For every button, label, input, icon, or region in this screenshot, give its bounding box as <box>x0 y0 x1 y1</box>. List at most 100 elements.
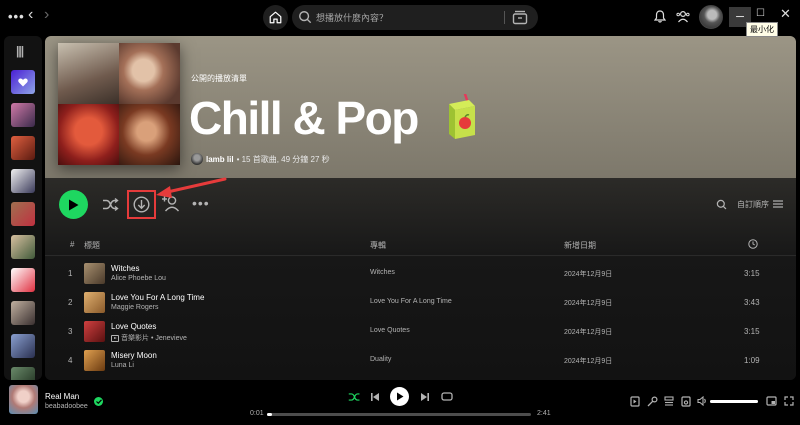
cover-tile <box>58 104 119 165</box>
now-playing-title[interactable]: Real Man <box>45 392 79 401</box>
download-icon <box>133 196 150 213</box>
track-duration: 3:15 <box>744 269 760 278</box>
download-button[interactable] <box>127 190 156 219</box>
track-artwork <box>84 263 105 284</box>
sidebar-playlist-item[interactable] <box>11 268 35 292</box>
home-button[interactable] <box>263 5 288 30</box>
track-row[interactable]: 4 Misery Moon Luna Li Duality 2024年12月9日… <box>45 346 796 375</box>
app-menu-icon[interactable]: ••• <box>8 9 25 24</box>
sidebar-playlist-item[interactable] <box>11 367 35 380</box>
cover-tile <box>58 43 119 104</box>
track-row[interactable]: 3 Love Quotes 音樂影片 • Jenevieve Love Quot… <box>45 317 796 346</box>
now-playing-artist[interactable]: beabadoobee <box>45 403 88 410</box>
annotation-arrow <box>156 177 227 198</box>
column-title[interactable]: 標題 <box>84 240 100 251</box>
track-artwork <box>84 350 105 371</box>
lyrics-mic-icon[interactable] <box>647 396 658 407</box>
track-number: 4 <box>68 356 73 365</box>
repeat-icon[interactable] <box>441 391 453 402</box>
track-title[interactable]: Misery Moon <box>111 351 157 360</box>
close-window-button[interactable]: ✕ <box>780 6 791 22</box>
shuffle-active-icon[interactable] <box>348 391 361 403</box>
track-title[interactable]: Love Quotes <box>111 322 156 331</box>
saved-check-icon[interactable] <box>94 397 103 406</box>
shuffle-icon[interactable] <box>102 197 119 212</box>
previous-track-icon[interactable] <box>370 392 380 402</box>
sidebar-playlist-item[interactable] <box>11 334 35 358</box>
column-album[interactable]: 專輯 <box>370 240 386 251</box>
sidebar-playlist-item[interactable] <box>11 202 35 226</box>
track-album[interactable]: Love You For A Long Time <box>370 298 452 305</box>
playlist-cover <box>58 43 180 165</box>
sidebar-playlist-item[interactable] <box>11 235 35 259</box>
next-track-icon[interactable] <box>420 392 430 402</box>
column-number: # <box>70 240 75 249</box>
play-icon <box>396 392 403 401</box>
current-time: 0:01 <box>250 410 264 417</box>
now-playing-view-icon[interactable] <box>630 396 640 407</box>
fullscreen-icon[interactable] <box>784 396 794 406</box>
track-artist[interactable]: 音樂影片 • Jenevieve <box>111 333 187 343</box>
now-playing-artwork[interactable] <box>9 385 38 414</box>
sidebar-playlist-item[interactable] <box>11 136 35 160</box>
queue-icon[interactable] <box>664 396 674 406</box>
search-input[interactable] <box>316 5 496 30</box>
track-artwork <box>84 292 105 313</box>
track-album[interactable]: Witches <box>370 269 395 276</box>
progress-bar[interactable] <box>267 413 531 416</box>
maximize-button[interactable]: ☐ <box>756 8 765 19</box>
track-date-added: 2024年12月9日 <box>564 271 613 278</box>
play-icon <box>69 199 79 210</box>
sidebar-playlist-item[interactable] <box>11 103 35 127</box>
friend-activity-icon[interactable] <box>676 10 690 23</box>
list-view-icon[interactable] <box>773 200 783 208</box>
mini-player-icon[interactable] <box>766 396 777 406</box>
search-in-playlist-icon[interactable] <box>716 199 727 210</box>
play-button[interactable] <box>59 190 88 219</box>
home-icon <box>269 11 282 24</box>
liked-songs-item[interactable] <box>11 70 35 94</box>
notifications-bell-icon[interactable] <box>654 10 666 23</box>
title-bar: ••• ‹ › ─ ☐ ✕ 最小化 <box>0 0 800 37</box>
track-date-added: 2024年12月9日 <box>564 300 613 307</box>
back-arrow-icon[interactable]: ‹ <box>28 6 33 24</box>
track-row[interactable]: 2 Love You For A Long Time Maggie Rogers… <box>45 288 796 317</box>
search-divider <box>504 11 505 24</box>
progress-fill <box>267 413 273 416</box>
owner-avatar[interactable] <box>191 153 203 165</box>
sidebar-playlist-item[interactable] <box>11 301 35 325</box>
tracklist-area: ••• 自訂順序 # 標題 專輯 新增日期 1 Witches Alice Ph… <box>45 177 796 380</box>
browse-icon[interactable] <box>512 10 528 25</box>
track-row[interactable]: 1 Witches Alice Phoebe Lou Witches 2024年… <box>45 259 796 288</box>
column-date-added[interactable]: 新增日期 <box>564 240 596 251</box>
track-duration: 1:09 <box>744 356 760 365</box>
search-bar[interactable] <box>292 5 538 30</box>
track-number: 3 <box>68 327 73 336</box>
track-artist[interactable]: Luna Li <box>111 362 134 369</box>
connect-device-icon[interactable] <box>681 396 691 407</box>
playlist-title: Chill & Pop <box>189 92 419 144</box>
user-avatar[interactable] <box>699 5 723 29</box>
track-date-added: 2024年12月9日 <box>564 329 613 336</box>
juice-box-icon <box>449 94 475 139</box>
track-title[interactable]: Witches <box>111 264 139 273</box>
playlist-meta: lamb lil • 15 首歌曲, 49 分鐘 27 秒 <box>191 153 330 165</box>
duration-clock-icon[interactable] <box>748 239 758 251</box>
track-duration: 3:15 <box>744 327 760 336</box>
track-duration: 3:43 <box>744 298 760 307</box>
track-album[interactable]: Love Quotes <box>370 327 410 334</box>
sort-order-button[interactable]: 自訂順序 <box>737 199 769 210</box>
minimize-tooltip: 最小化 <box>746 22 778 37</box>
your-library-icon[interactable]: ||| <box>16 44 24 58</box>
playlist-type-label: 公開的播放清單 <box>191 74 247 83</box>
forward-arrow-icon[interactable]: › <box>44 6 49 24</box>
volume-slider[interactable] <box>710 400 758 403</box>
track-album[interactable]: Duality <box>370 356 391 363</box>
play-pause-button[interactable] <box>390 387 409 406</box>
track-artist[interactable]: Alice Phoebe Lou <box>111 275 166 282</box>
sidebar-playlist-item[interactable] <box>11 169 35 193</box>
track-title[interactable]: Love You For A Long Time <box>111 293 204 302</box>
owner-name[interactable]: lamb lil <box>206 155 234 164</box>
track-artist[interactable]: Maggie Rogers <box>111 304 158 311</box>
volume-icon[interactable] <box>697 396 708 406</box>
